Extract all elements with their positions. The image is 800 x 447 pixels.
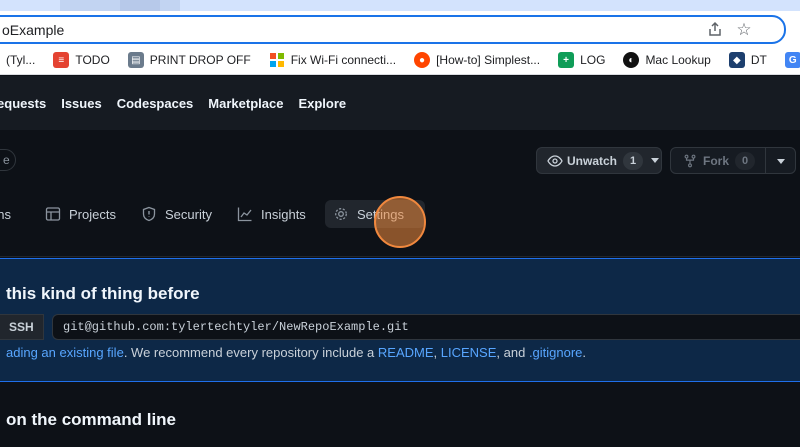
eye-icon (547, 154, 563, 167)
tab-actions[interactable]: ons (0, 200, 11, 228)
bookmark-label: PRINT DROP OFF (149, 53, 251, 67)
shield-icon (142, 206, 156, 222)
nav-explore[interactable]: Explore (298, 96, 346, 111)
bookmark-item[interactable]: ● [How-to] Simplest... (414, 52, 540, 68)
tab-label: Insights (261, 206, 306, 222)
bookmark-item[interactable]: + LOG (558, 52, 605, 68)
nav-marketplace[interactable]: Marketplace (208, 96, 283, 111)
bookmark-label: (Tyl... (6, 53, 36, 67)
readme-link[interactable]: README (378, 345, 434, 360)
bookmark-item[interactable]: ◆ DT (728, 52, 767, 68)
license-link[interactable]: LICENSE (441, 345, 497, 360)
nav-pull-requests[interactable]: requests (0, 96, 46, 111)
description-text: , and (496, 345, 529, 360)
quick-setup-description: ading an existing file. We recommend eve… (6, 345, 586, 360)
gitignore-link[interactable]: .gitignore (529, 345, 582, 360)
fork-label: Fork (703, 153, 730, 168)
bookmark-item[interactable]: G GT (784, 52, 800, 68)
bookmarks-bar: (Tyl... ≡ TODO ▤ PRINT DROP OFF Fix Wi-F… (0, 46, 800, 75)
bookmark-item[interactable]: Fix Wi-Fi connecti... (269, 52, 396, 68)
address-bar-url[interactable]: oExample (2, 22, 64, 38)
button-divider (765, 148, 766, 173)
clone-url-input[interactable]: git@github.com:tylertechtyler/NewRepoExa… (52, 314, 800, 340)
bookmark-label: [How-to] Simplest... (436, 53, 541, 67)
tab-label: ons (0, 206, 11, 222)
description-text: , (433, 345, 441, 360)
nav-codespaces[interactable]: Codespaces (117, 96, 194, 111)
tab-label: Projects (69, 206, 116, 222)
github-header: requests Issues Codespaces Marketplace E… (0, 76, 800, 130)
bookmark-label: Fix Wi-Fi connecti... (290, 53, 397, 67)
description-text: . We recommend every repository include … (123, 345, 378, 360)
reddit-icon: ● (414, 52, 431, 68)
watch-count: 1 (623, 151, 644, 170)
bookmark-label: Mac Lookup (645, 53, 711, 67)
ssh-button[interactable]: SSH (0, 314, 44, 340)
upload-file-link[interactable]: ading an existing file (6, 345, 124, 360)
todoist-icon: ≡ (53, 52, 70, 68)
browser-tab-edge (120, 0, 160, 11)
chevron-down-icon[interactable] (777, 159, 785, 164)
unwatch-button[interactable]: Unwatch 1 (536, 147, 662, 174)
fork-count: 0 (735, 151, 756, 170)
quick-setup-heading: this kind of thing before (6, 284, 200, 303)
bookmark-item[interactable]: ◐ Mac Lookup (623, 52, 711, 68)
unwatch-label: Unwatch (567, 153, 618, 168)
visibility-badge: e (0, 149, 16, 171)
printer-icon: ▤ (127, 52, 144, 68)
mac-lookup-icon: ◐ (623, 52, 640, 68)
description-text: . (582, 345, 587, 360)
gear-icon (335, 208, 347, 220)
nav-issues[interactable]: Issues (61, 96, 101, 111)
bookmark-item[interactable]: ≡ TODO (53, 52, 110, 68)
microsoft-icon (269, 52, 285, 68)
bookmark-label: DT (750, 53, 767, 67)
click-indicator (374, 196, 426, 248)
bookmark-label: LOG (580, 53, 606, 67)
bookmark-item[interactable]: (Tyl... (6, 52, 35, 68)
google-translate-icon: G (784, 52, 800, 68)
bookmark-label: TODO (75, 53, 110, 67)
bookmark-item[interactable]: ▤ PRINT DROP OFF (127, 52, 251, 68)
browser-toolbar: oExample ☆ (0, 11, 800, 46)
bookmark-star-icon[interactable]: ☆ (734, 20, 754, 40)
graph-icon (237, 207, 252, 222)
browser-tab-strip (0, 0, 800, 11)
quick-setup-box: this kind of thing before SSH git@github… (0, 258, 800, 382)
fork-icon (684, 154, 696, 167)
command-line-heading: on the command line (6, 410, 177, 429)
table-icon (45, 207, 61, 221)
sheets-icon: + (558, 52, 575, 68)
tab-security[interactable]: Security (141, 200, 212, 228)
dt-icon: ◆ (728, 52, 745, 68)
share-icon[interactable] (706, 21, 724, 39)
tab-label: Security (165, 206, 212, 222)
address-bar[interactable]: oExample ☆ (0, 15, 786, 44)
global-nav: requests Issues Codespaces Marketplace E… (0, 96, 346, 111)
tab-projects[interactable]: Projects (45, 200, 116, 228)
tab-insights[interactable]: Insights (237, 200, 306, 228)
fork-button[interactable]: Fork 0 (670, 147, 796, 174)
chevron-down-icon (651, 158, 660, 163)
